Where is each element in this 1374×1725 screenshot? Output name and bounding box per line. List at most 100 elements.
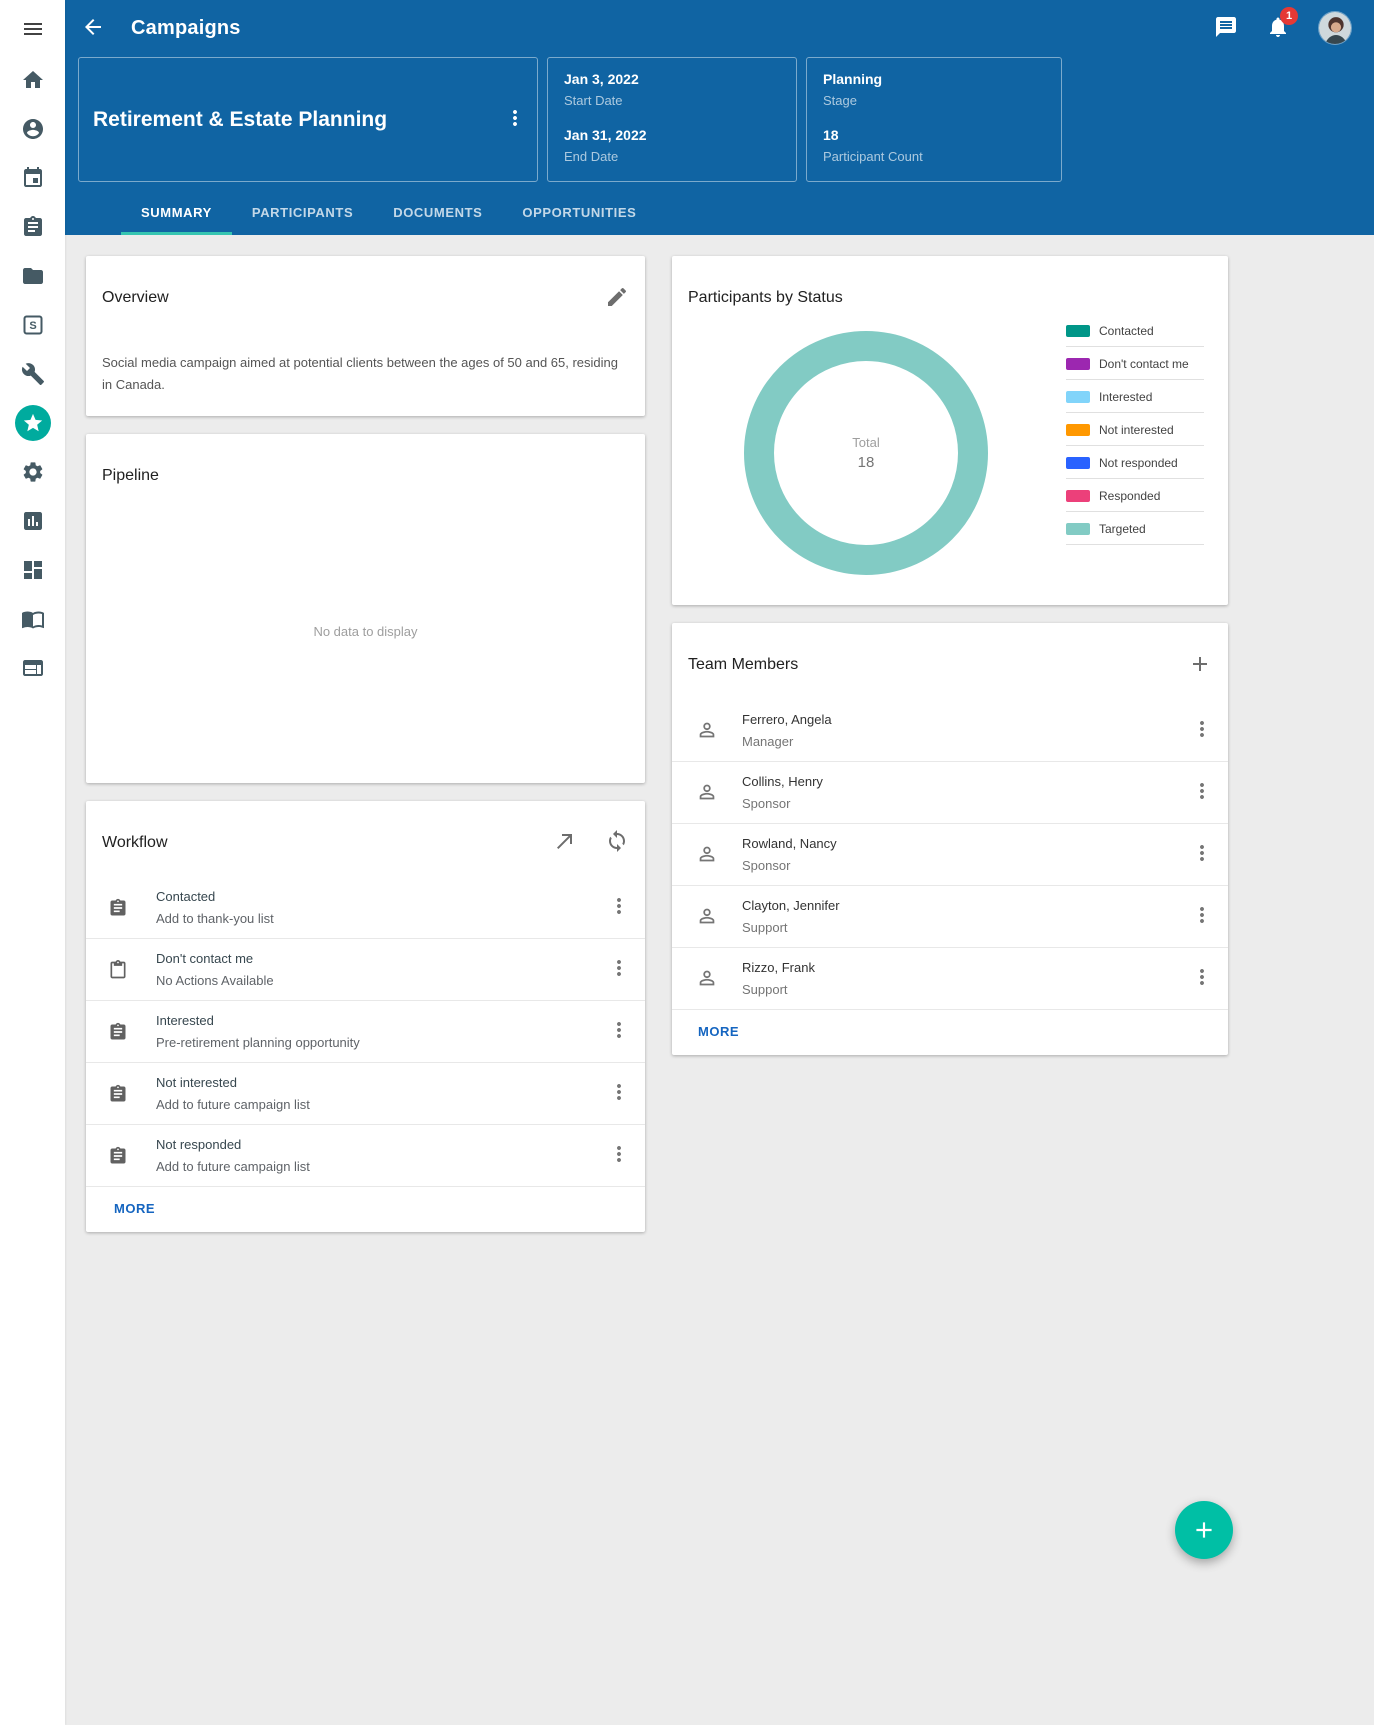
legend-swatch (1066, 457, 1090, 469)
team-member-row[interactable]: Rizzo, Frank Support (672, 948, 1228, 1010)
campaign-menu-button[interactable] (503, 106, 527, 133)
team-member-row[interactable]: Collins, Henry Sponsor (672, 762, 1228, 824)
more-vert-icon (607, 1080, 631, 1104)
tab-participants[interactable]: PARTICIPANTS (232, 190, 373, 235)
participants-donut-chart: Total 18 (744, 331, 988, 575)
more-vert-icon (1190, 841, 1214, 865)
donut-total-label: Total (852, 435, 879, 450)
diagonal-arrow-icon (553, 829, 577, 853)
clipboard-tasks-icon (21, 215, 45, 239)
tab-summary[interactable]: SUMMARY (121, 190, 232, 235)
assignment-clipboard-icon (108, 898, 128, 918)
workflow-row-interested: Interested Pre-retirement planning oppor… (86, 1001, 645, 1063)
workflow-item-menu-button[interactable] (607, 1080, 631, 1107)
more-vert-icon (607, 1142, 631, 1166)
chat-icon (1214, 15, 1238, 39)
workflow-more-button[interactable]: MORE (114, 1201, 155, 1216)
campaign-dates-card: Jan 3, 2022 Start Date Jan 31, 2022 End … (547, 57, 797, 182)
chat-button[interactable] (1214, 15, 1238, 42)
workflow-refresh-button[interactable] (605, 829, 629, 856)
member-menu-button[interactable] (1190, 903, 1214, 930)
start-date-label: Start Date (564, 93, 780, 108)
tab-bar: SUMMARY PARTICIPANTS DOCUMENTS OPPORTUNI… (121, 190, 656, 235)
legend-swatch (1066, 325, 1090, 337)
overview-description: Social media campaign aimed at potential… (86, 346, 638, 416)
member-menu-button[interactable] (1190, 841, 1214, 868)
browser-window-icon (21, 656, 45, 680)
sidebar-item-s[interactable]: S (9, 300, 57, 349)
participants-chart-title: Participants by Status (688, 289, 1212, 307)
assignment-clipboard-icon (108, 1146, 128, 1166)
tab-opportunities[interactable]: OPPORTUNITIES (502, 190, 656, 235)
calendar-icon (21, 166, 45, 190)
notifications-button[interactable]: 1 (1266, 15, 1290, 42)
more-vert-icon (1190, 717, 1214, 741)
home-icon (21, 68, 45, 92)
person-outline-icon (696, 719, 718, 741)
empty-clipboard-icon (108, 960, 128, 980)
overview-card: Overview Social media campaign aimed at … (86, 256, 645, 416)
sidebar-item-calendar[interactable] (9, 153, 57, 202)
back-button[interactable] (81, 15, 105, 42)
dashboard-tiles-icon (21, 558, 45, 582)
plus-icon (1188, 652, 1212, 676)
sidebar-item-home[interactable] (9, 55, 57, 104)
bar-chart-icon (21, 509, 45, 533)
sidebar-item-tools[interactable] (9, 349, 57, 398)
overview-edit-button[interactable] (605, 285, 629, 312)
folder-icon (21, 264, 45, 288)
member-menu-button[interactable] (1190, 965, 1214, 992)
workflow-row-not-interested: Not interested Add to future campaign li… (86, 1063, 645, 1125)
back-arrow-icon (81, 15, 105, 39)
left-column: Overview Social media campaign aimed at … (86, 256, 645, 1250)
add-team-member-button[interactable] (1188, 652, 1212, 679)
top-app-bar: Campaigns 1 (65, 0, 1374, 56)
sidebar-item-campaigns[interactable] (9, 398, 57, 447)
sidebar-item-tasks[interactable] (9, 202, 57, 251)
page-title: Campaigns (131, 17, 241, 40)
sidebar-item-contacts[interactable] (9, 104, 57, 153)
loop-refresh-icon (605, 829, 629, 853)
workflow-open-button[interactable] (553, 829, 577, 856)
pipeline-card: Pipeline No data to display (86, 434, 645, 783)
team-member-row[interactable]: Rowland, Nancy Sponsor (672, 824, 1228, 886)
sidebar-item-book[interactable] (9, 594, 57, 643)
star-icon (22, 412, 44, 434)
legend-swatch (1066, 358, 1090, 370)
team-member-row[interactable]: Ferrero, Angela Manager (672, 700, 1228, 762)
sidebar-menu-button[interactable] (9, 15, 57, 43)
sidebar-item-reports[interactable] (9, 496, 57, 545)
team-members-title: Team Members (688, 656, 1188, 674)
legend-swatch (1066, 424, 1090, 436)
sidebar-item-browser[interactable] (9, 643, 57, 692)
legend-swatch (1066, 391, 1090, 403)
legend-item-contacted: Contacted (1066, 314, 1204, 347)
main-content: Overview Social media campaign aimed at … (65, 235, 1374, 1725)
campaign-stage-card: Planning Stage 18 Participant Count (806, 57, 1062, 182)
campaign-summary-cards: Retirement & Estate Planning Jan 3, 2022… (78, 57, 1374, 182)
more-vert-icon (1190, 779, 1214, 803)
sidebar-item-settings[interactable] (9, 447, 57, 496)
donut-total-value: 18 (858, 454, 875, 471)
workflow-item-menu-button[interactable] (607, 1142, 631, 1169)
legend-swatch (1066, 523, 1090, 535)
sidebar-item-dashboard[interactable] (9, 545, 57, 594)
workflow-row-not-responded: Not responded Add to future campaign lis… (86, 1125, 645, 1187)
sidebar-item-folder[interactable] (9, 251, 57, 300)
participant-count-value: 18 (823, 127, 1045, 143)
workflow-item-menu-button[interactable] (607, 1018, 631, 1045)
participants-status-card: Participants by Status Total 18 Contacte… (672, 256, 1228, 605)
workflow-row-dont-contact: Don't contact me No Actions Available (86, 939, 645, 1001)
workflow-item-menu-button[interactable] (607, 956, 631, 983)
tab-documents[interactable]: DOCUMENTS (373, 190, 502, 235)
team-more-button[interactable]: MORE (698, 1024, 739, 1039)
workflow-row-contacted: Contacted Add to thank-you list (86, 877, 645, 939)
team-member-row[interactable]: Clayton, Jennifer Support (672, 886, 1228, 948)
workflow-item-menu-button[interactable] (607, 894, 631, 921)
member-menu-button[interactable] (1190, 717, 1214, 744)
user-avatar[interactable] (1318, 11, 1352, 45)
notification-badge: 1 (1280, 7, 1298, 25)
add-fab-button[interactable] (1175, 1501, 1233, 1559)
member-menu-button[interactable] (1190, 779, 1214, 806)
more-vert-icon (607, 894, 631, 918)
